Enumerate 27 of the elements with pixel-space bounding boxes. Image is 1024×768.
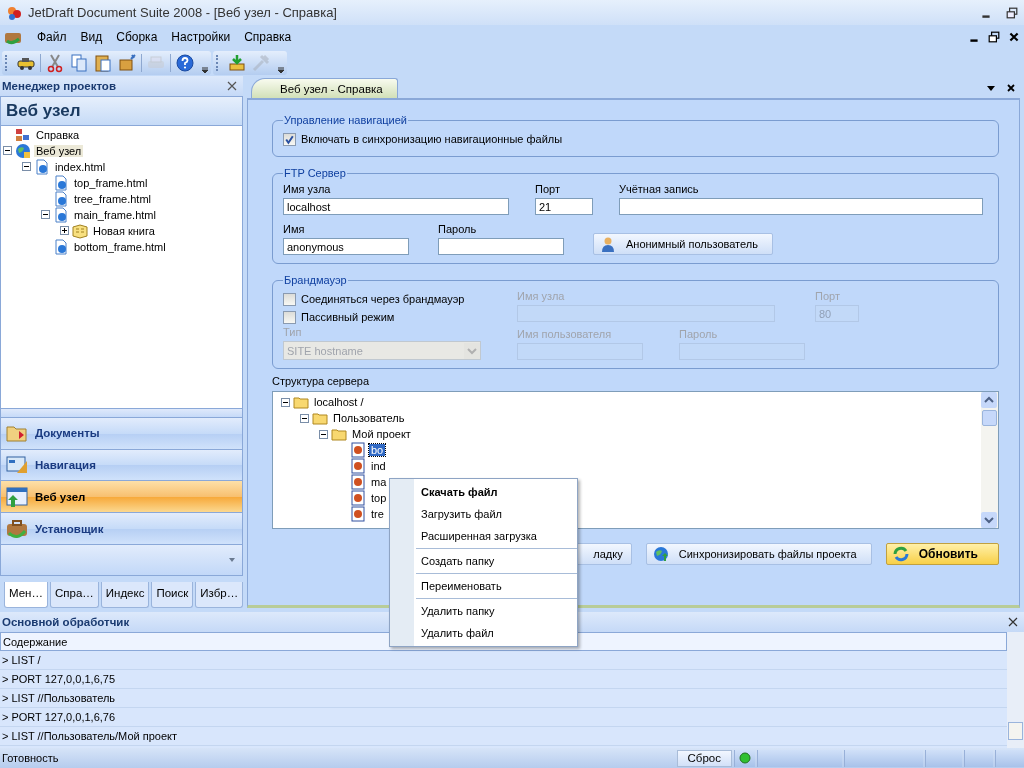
field-label: Учётная запись	[619, 183, 700, 195]
field-label: Пароль	[679, 328, 719, 340]
status-text: Готовность	[1, 752, 59, 764]
field-label: Порт	[815, 290, 841, 302]
log-row: > LIST //Пользователь	[0, 689, 1007, 708]
panel-title: Менеджер проектов	[2, 79, 116, 92]
group-title: Управление навигацией	[283, 114, 408, 126]
checkbox-label: Соединяться через брандмауэр	[301, 293, 465, 305]
section-title: Веб узел	[6, 100, 81, 121]
field-label: Имя узла	[283, 183, 332, 195]
group-title: Брандмауэр	[283, 274, 348, 286]
log-row: > PORT 127,0,0,1,6,75	[0, 670, 1007, 689]
field-label: Имя узла	[517, 290, 566, 302]
panel-title: Основной обработчик	[2, 616, 130, 628]
log-row: > LIST /	[0, 651, 1007, 670]
field-label: Тип	[283, 326, 303, 338]
field-label: Имя	[283, 223, 306, 235]
section-label: Структура сервера	[272, 375, 371, 387]
field-label: Пароль	[438, 223, 478, 235]
log-row: > LIST //Пользователь/Мой проект	[0, 727, 1007, 746]
checkbox-label: Пассивный режим	[301, 311, 395, 323]
group-title: FTP Сервер	[283, 167, 347, 179]
field-label: Имя пользователя	[517, 328, 613, 340]
window-title: JetDraft Document Suite 2008 - [Веб узел - Справка]	[28, 5, 337, 20]
field-label: Порт	[535, 183, 561, 195]
log-row: > PORT 127,0,0,1,6,76	[0, 708, 1007, 727]
checkbox-label: Включать в синхронизацию навигационные файлы	[301, 133, 563, 145]
